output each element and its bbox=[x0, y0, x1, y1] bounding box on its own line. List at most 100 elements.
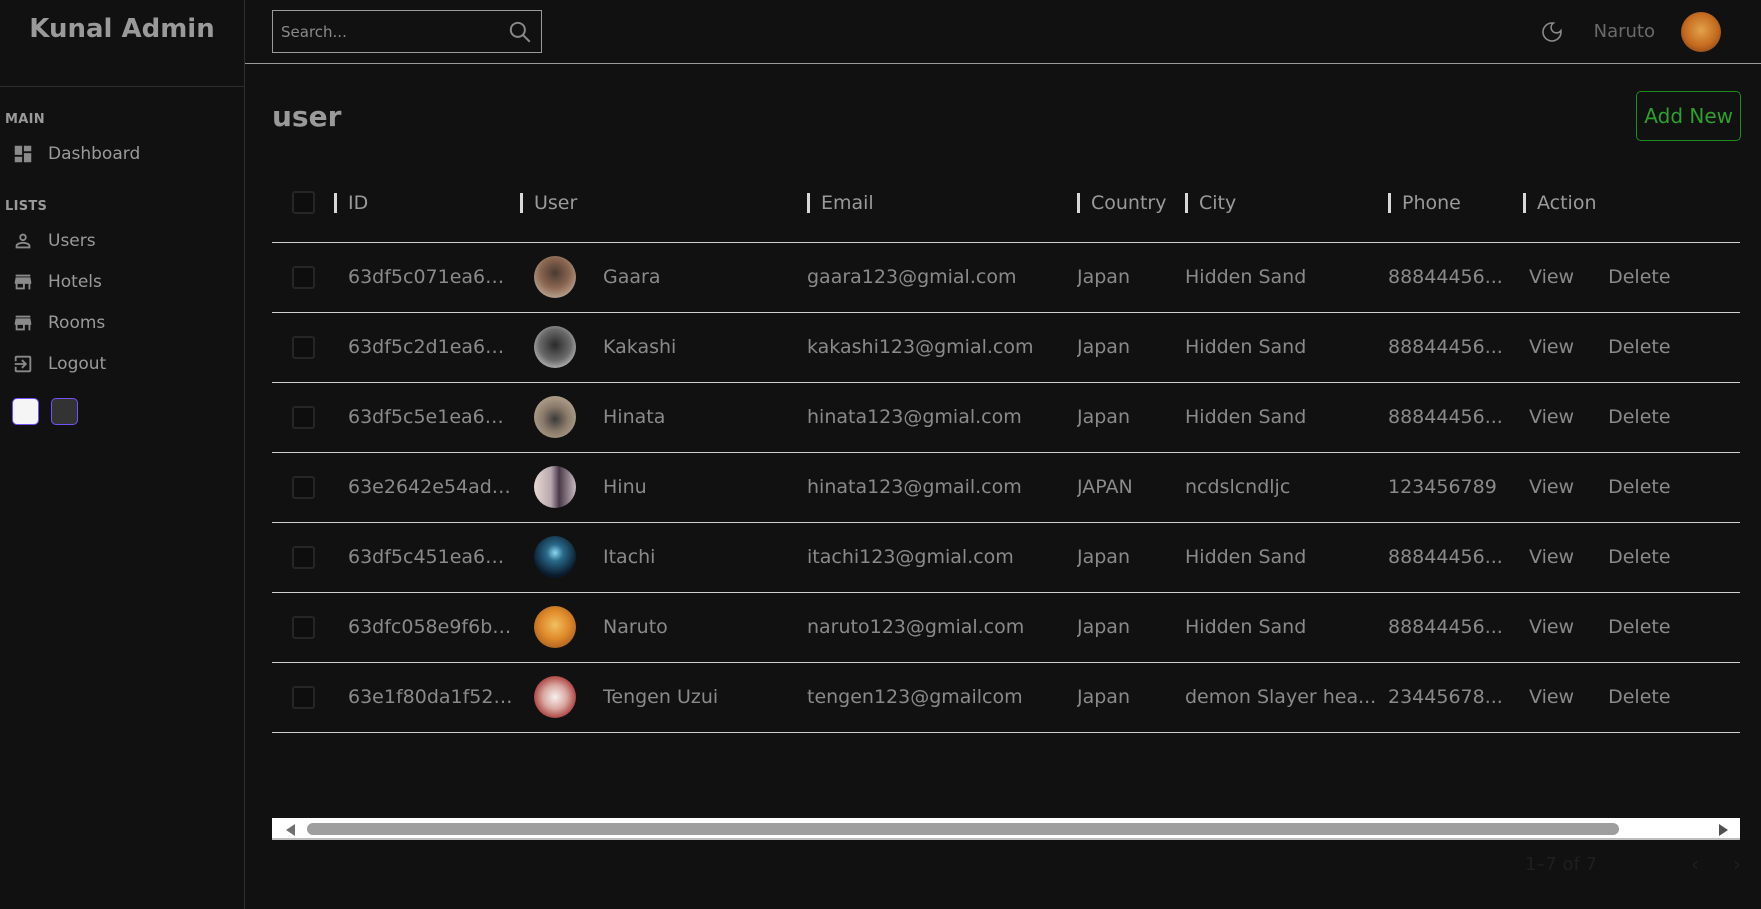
scroll-left-arrow-icon[interactable] bbox=[286, 824, 295, 836]
scroll-right-arrow-icon[interactable] bbox=[1719, 824, 1728, 836]
dark-theme-swatch[interactable] bbox=[51, 398, 78, 425]
sidebar-item-logout[interactable]: Logout bbox=[0, 343, 244, 384]
delete-button[interactable]: Delete bbox=[1608, 686, 1670, 708]
search-icon[interactable] bbox=[507, 19, 533, 45]
column-header-action[interactable]: Action bbox=[1523, 164, 1740, 242]
column-label: City bbox=[1199, 191, 1237, 214]
city-cell: Hidden Sand bbox=[1185, 336, 1307, 358]
add-new-button[interactable]: Add New bbox=[1636, 91, 1741, 141]
country-cell: Japan bbox=[1077, 616, 1130, 638]
delete-button[interactable]: Delete bbox=[1608, 546, 1670, 568]
id-cell: 63df5c2d1ea6624... bbox=[348, 336, 520, 358]
view-button[interactable]: View bbox=[1529, 686, 1574, 708]
delete-button[interactable]: Delete bbox=[1608, 476, 1670, 498]
content: user Add New ID User Email Country City bbox=[245, 64, 1761, 733]
row-checkbox[interactable] bbox=[292, 545, 315, 569]
light-theme-swatch[interactable] bbox=[12, 398, 39, 425]
table-row[interactable]: 63df5c5e1ea6624... Hinata hinata123@gmia… bbox=[272, 382, 1740, 452]
user-cell: Itachi bbox=[520, 536, 801, 578]
logo[interactable]: Kunal Admin bbox=[0, 0, 244, 87]
store-icon bbox=[14, 315, 32, 330]
table-row[interactable]: 63df5c071ea6624... Gaara gaara123@gmial.… bbox=[272, 242, 1740, 312]
view-button[interactable]: View bbox=[1529, 546, 1574, 568]
table-row[interactable]: 63dfc058e9f6bd2... Naruto naruto123@gmia… bbox=[272, 592, 1740, 662]
action-cell: View Delete bbox=[1523, 242, 1740, 312]
view-button[interactable]: View bbox=[1529, 616, 1574, 638]
column-header-phone[interactable]: Phone bbox=[1388, 164, 1523, 242]
phone-cell: 88844456... bbox=[1388, 546, 1503, 568]
delete-button[interactable]: Delete bbox=[1608, 406, 1670, 428]
table-row[interactable]: 63df5c451ea6624... Itachi itachi123@gmia… bbox=[272, 522, 1740, 592]
sidebar-item-hotels[interactable]: Hotels bbox=[0, 261, 244, 302]
view-button[interactable]: View bbox=[1529, 406, 1574, 428]
table-row[interactable]: 63e1f80da1f52a0... Tengen Uzui tengen123… bbox=[272, 662, 1740, 732]
column-header-email[interactable]: Email bbox=[807, 164, 1077, 242]
search-input[interactable] bbox=[281, 22, 507, 41]
view-button[interactable]: View bbox=[1529, 336, 1574, 358]
column-header-user[interactable]: User bbox=[520, 164, 807, 242]
column-header-country[interactable]: Country bbox=[1077, 164, 1185, 242]
avatar bbox=[534, 396, 576, 438]
action-cell: View Delete bbox=[1523, 662, 1740, 732]
sidebar-item-dashboard[interactable]: Dashboard bbox=[0, 133, 244, 174]
avatar bbox=[534, 676, 576, 718]
country-cell: Japan bbox=[1077, 336, 1130, 358]
select-all-checkbox[interactable] bbox=[292, 191, 315, 215]
city-cell: Hidden Sand bbox=[1185, 406, 1307, 428]
delete-button[interactable]: Delete bbox=[1608, 616, 1670, 638]
email-cell: kakashi123@gmial.com bbox=[807, 336, 1034, 358]
column-separator[interactable] bbox=[334, 193, 337, 214]
avatar[interactable] bbox=[1681, 11, 1721, 52]
user-cell: Tengen Uzui bbox=[520, 676, 801, 718]
horizontal-scrollbar[interactable] bbox=[272, 818, 1740, 840]
next-page-chevron-icon[interactable]: › bbox=[1733, 852, 1741, 876]
country-cell: Japan bbox=[1077, 686, 1130, 708]
row-checkbox[interactable] bbox=[292, 475, 315, 499]
table-row[interactable]: 63e2642e54ad03... Hinu hinata123@gmail.c… bbox=[272, 452, 1740, 522]
topbar: Naruto bbox=[245, 0, 1761, 64]
view-button[interactable]: View bbox=[1529, 476, 1574, 498]
column-separator[interactable] bbox=[1185, 193, 1188, 214]
brand-name[interactable]: Kunal Admin bbox=[29, 14, 214, 44]
user-cell: Naruto bbox=[520, 606, 801, 648]
country-cell: Japan bbox=[1077, 546, 1130, 568]
sidebar-item-label: Hotels bbox=[48, 271, 102, 292]
moon-icon[interactable] bbox=[1540, 20, 1564, 44]
previous-page-chevron-icon[interactable]: ‹ bbox=[1691, 852, 1699, 876]
topbar-right: Naruto bbox=[1540, 11, 1721, 52]
column-separator[interactable] bbox=[520, 193, 523, 214]
main-area: Naruto user Add New ID User bbox=[245, 0, 1761, 909]
row-checkbox[interactable] bbox=[292, 265, 315, 289]
row-checkbox[interactable] bbox=[292, 615, 315, 639]
column-header-city[interactable]: City bbox=[1185, 164, 1388, 242]
delete-button[interactable]: Delete bbox=[1608, 336, 1670, 358]
action-cell: View Delete bbox=[1523, 452, 1740, 522]
pagination: 1–7 of 7 ‹ › bbox=[1525, 852, 1741, 876]
column-separator[interactable] bbox=[1388, 193, 1391, 214]
column-separator[interactable] bbox=[1523, 193, 1526, 214]
avatar bbox=[534, 256, 576, 298]
logout-icon bbox=[14, 355, 32, 372]
row-checkbox[interactable] bbox=[292, 405, 315, 429]
user-name: Hinata bbox=[603, 406, 666, 428]
row-checkbox[interactable] bbox=[292, 685, 315, 709]
table-row[interactable]: 63df5c2d1ea6624... Kakashi kakashi123@gm… bbox=[272, 312, 1740, 382]
sidebar-item-users[interactable]: Users bbox=[0, 220, 244, 261]
search-box bbox=[272, 10, 542, 53]
column-header-id[interactable]: ID bbox=[334, 164, 520, 242]
view-button[interactable]: View bbox=[1529, 266, 1574, 288]
row-checkbox[interactable] bbox=[292, 335, 315, 359]
dashboard-icon bbox=[14, 145, 32, 162]
column-separator[interactable] bbox=[807, 193, 810, 214]
column-separator[interactable] bbox=[1077, 193, 1080, 214]
country-cell: JAPAN bbox=[1077, 476, 1133, 498]
username: Naruto bbox=[1593, 21, 1655, 42]
id-cell: 63e2642e54ad03... bbox=[348, 476, 520, 498]
city-cell: Hidden Sand bbox=[1185, 616, 1307, 638]
scroll-thumb[interactable] bbox=[307, 823, 1619, 835]
user-cell: Hinu bbox=[520, 466, 801, 508]
delete-button[interactable]: Delete bbox=[1608, 266, 1670, 288]
theme-switcher bbox=[0, 398, 244, 425]
page-title: user bbox=[272, 99, 342, 133]
sidebar-item-rooms[interactable]: Rooms bbox=[0, 302, 244, 343]
